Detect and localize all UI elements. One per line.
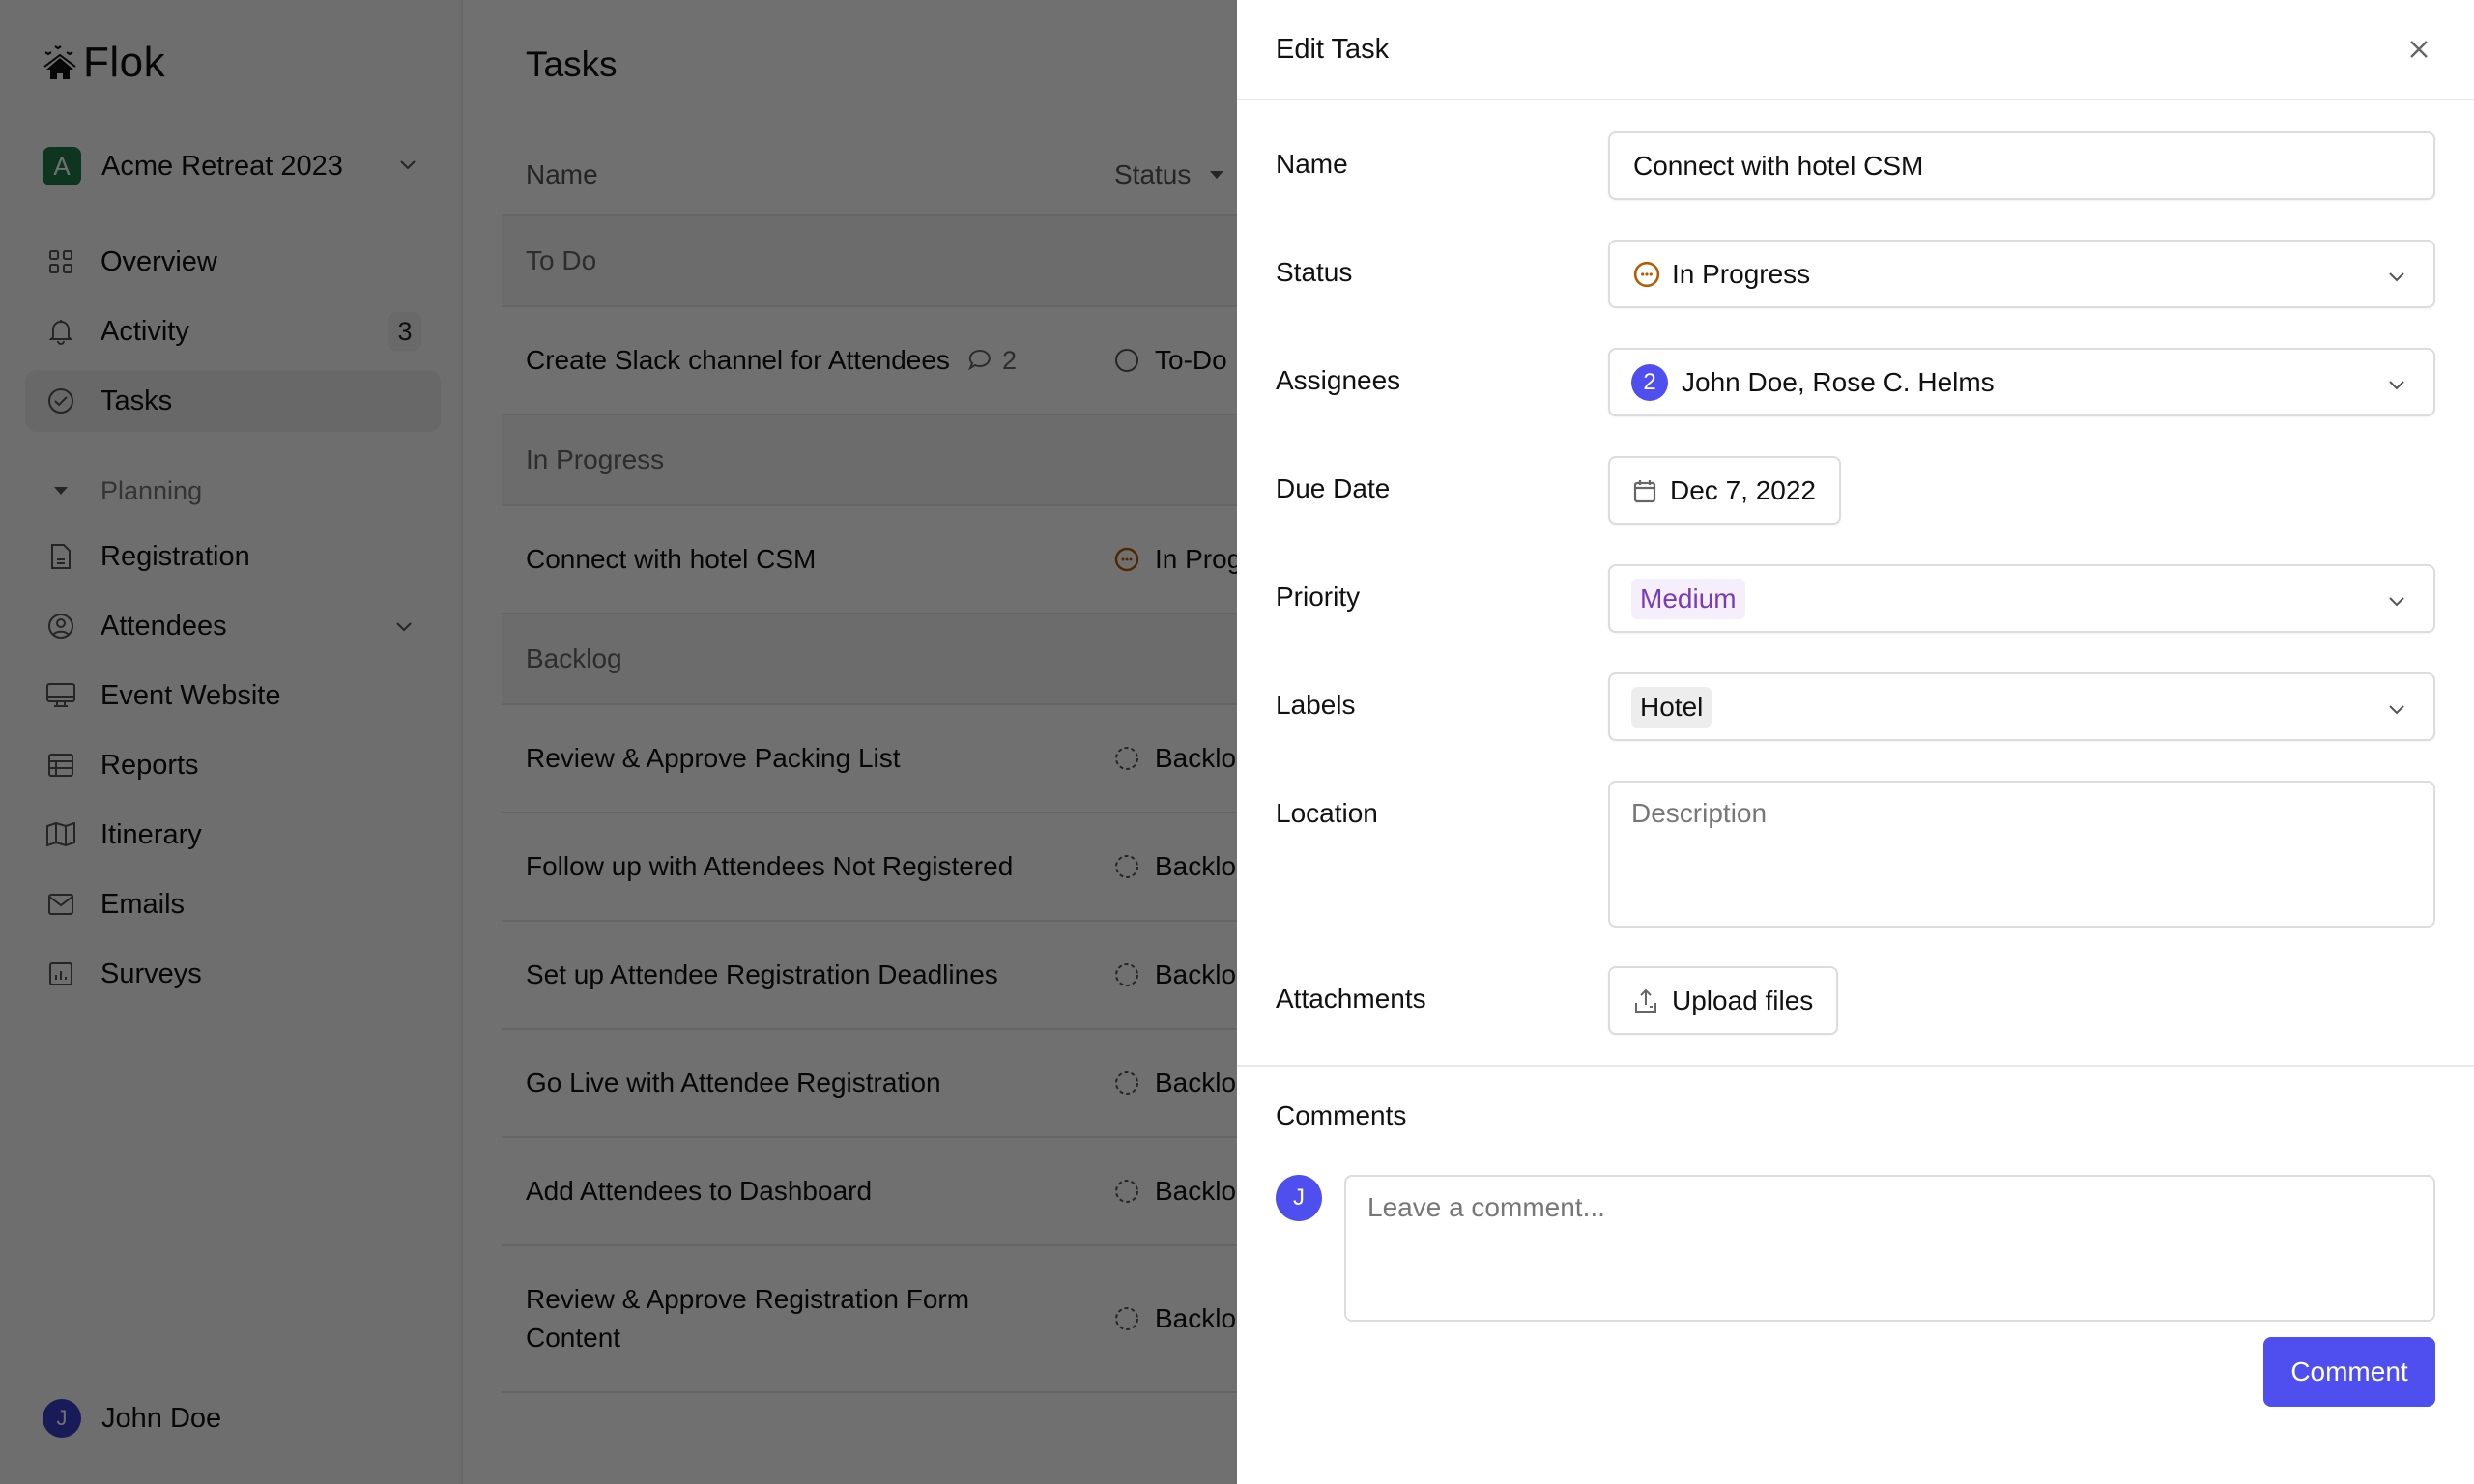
attachments-label: Attachments (1276, 984, 1426, 1013)
due-date-picker[interactable]: Dec 7, 2022 (1608, 456, 1841, 525)
name-label: Name (1276, 149, 1348, 179)
avatar: J (1276, 1175, 1322, 1221)
in-progress-icon (1633, 261, 1660, 287)
upload-files-label: Upload files (1672, 985, 1814, 1015)
labels-label: Labels (1276, 690, 1356, 720)
close-button[interactable] (2402, 33, 2435, 66)
assignee-count-badge: 2 (1631, 363, 1668, 401)
edit-task-panel: Edit Task Name Connect with hotel CSM St… (1237, 0, 2474, 1484)
upload-icon (1635, 988, 1656, 1013)
close-icon (2410, 41, 2428, 58)
priority-tag: Medium (1631, 578, 1745, 619)
chevron-down-icon (2385, 589, 2408, 617)
section-divider (1237, 1065, 2474, 1067)
name-input[interactable]: Connect with hotel CSM (1608, 131, 2435, 200)
due-date-label: Due Date (1276, 473, 1391, 503)
chevron-down-icon (2385, 373, 2408, 401)
priority-label: Priority (1276, 582, 1361, 612)
status-label: Status (1276, 257, 1353, 287)
calendar-icon (1633, 479, 1656, 502)
comment-input[interactable]: Leave a comment... (1344, 1175, 2435, 1322)
chevron-down-icon (2385, 265, 2408, 293)
upload-files-button[interactable]: Upload files (1608, 966, 1839, 1035)
chevron-down-icon (2385, 698, 2408, 726)
panel-title: Edit Task (1276, 33, 1390, 65)
assignees-value: John Doe, Rose C. Helms (1682, 366, 1995, 397)
label-tag: Hotel (1631, 686, 1712, 728)
modal-backdrop[interactable] (0, 0, 1237, 1484)
comment-submit-button[interactable]: Comment (2263, 1337, 2435, 1407)
location-label: Location (1276, 798, 1378, 828)
comments-title: Comments (1276, 1100, 1407, 1130)
assignees-label: Assignees (1276, 365, 1401, 395)
location-textarea[interactable]: Description (1608, 781, 2435, 928)
due-date-value: Dec 7, 2022 (1670, 474, 1816, 505)
assignees-select[interactable]: 2 John Doe, Rose C. Helms (1608, 348, 2435, 416)
name-value: Connect with hotel CSM (1633, 150, 1924, 181)
labels-select[interactable]: Hotel (1608, 672, 2435, 741)
panel-header: Edit Task (1237, 0, 2474, 100)
status-value: In Progress (1672, 258, 1811, 289)
priority-select[interactable]: Medium (1608, 564, 2435, 633)
status-select[interactable]: In Progress (1608, 240, 2435, 308)
